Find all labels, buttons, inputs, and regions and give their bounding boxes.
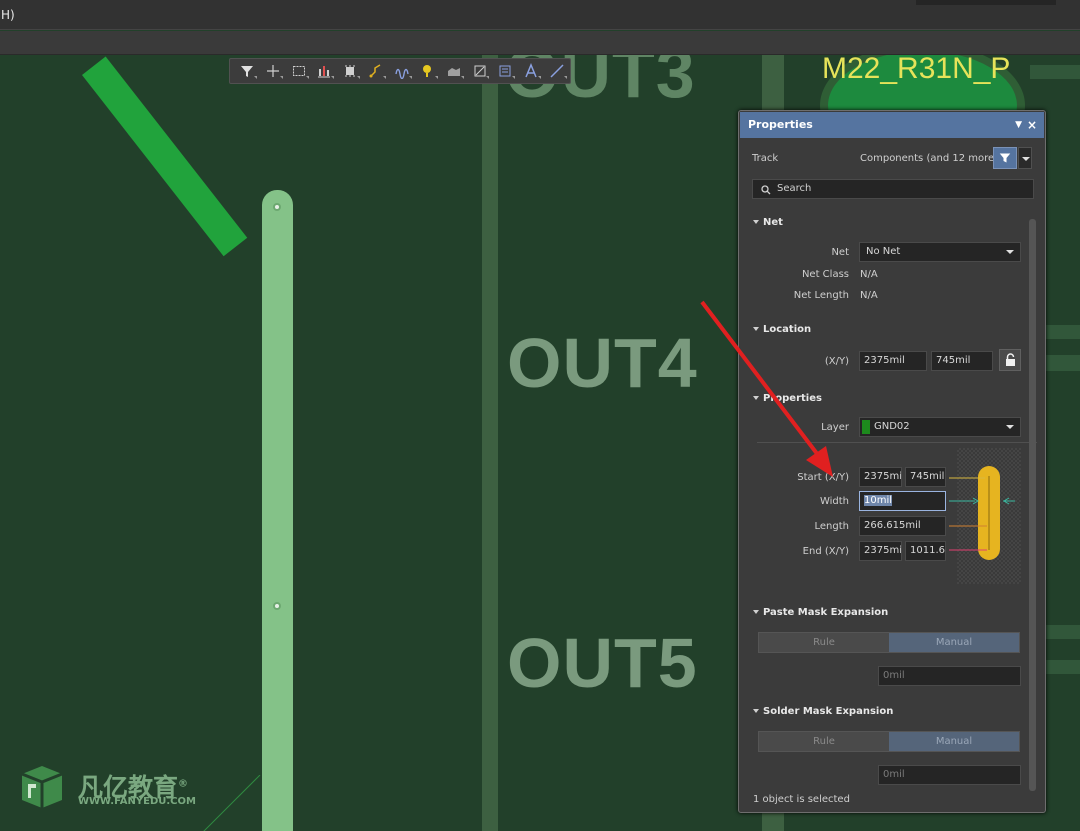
layer-dropdown[interactable]: GND02 — [859, 417, 1021, 437]
paste-mask-value-field[interactable]: 0mil — [878, 666, 1021, 686]
solder-mask-rule-option[interactable]: Rule — [759, 732, 889, 751]
layer-dropdown-value: GND02 — [874, 421, 910, 432]
layer-color-swatch — [862, 420, 870, 434]
silkscreen-out5: OUT5 — [507, 624, 698, 702]
select-rect-icon[interactable] — [286, 60, 312, 82]
selected-track[interactable] — [262, 190, 293, 831]
document-tab-bar — [0, 31, 1080, 55]
filter-dropdown-button[interactable] — [1018, 147, 1032, 169]
solder-mask-value-field[interactable]: 0mil — [878, 765, 1021, 785]
search-icon — [761, 185, 771, 195]
keepout-icon[interactable] — [492, 60, 518, 82]
start-x-field[interactable]: 2375mi — [859, 467, 902, 487]
panel-scrollbar[interactable] — [1029, 219, 1036, 791]
copper-strip — [1030, 65, 1080, 79]
text-icon[interactable] — [518, 60, 544, 82]
filter-button[interactable] — [993, 147, 1017, 169]
net-label: Net — [831, 247, 849, 258]
filter-icon[interactable] — [234, 60, 260, 82]
net-dropdown-value: No Net — [866, 246, 901, 257]
component-icon[interactable] — [337, 60, 363, 82]
diagonal-track[interactable] — [82, 56, 248, 257]
track-start-handle[interactable] — [273, 203, 281, 211]
layer-label: Layer — [821, 422, 849, 433]
pin-icon[interactable] — [415, 60, 441, 82]
divider — [757, 442, 1037, 443]
width-label: Width — [819, 496, 849, 507]
location-xy-label: (X/Y) — [824, 356, 849, 367]
paste-mask-manual-option[interactable]: Manual — [889, 633, 1019, 652]
length-field[interactable]: 266.615mil — [859, 516, 946, 536]
start-xy-label: Start (X/Y) — [797, 472, 849, 483]
logo-url-text: WWW.FANYEDU.COM — [78, 796, 196, 807]
active-bar-toolbar — [229, 58, 571, 84]
chevron-down-icon — [1022, 157, 1030, 161]
net-class-label: Net Class — [801, 269, 849, 280]
funnel-icon — [999, 153, 1011, 163]
section-location-header[interactable]: Location — [753, 324, 811, 335]
silkscreen-out4: OUT4 — [507, 324, 698, 402]
end-xy-label: End (X/Y) — [802, 546, 849, 557]
chevron-down-icon — [1006, 250, 1014, 254]
panel-title-bar[interactable]: Properties ▼ × — [740, 112, 1044, 138]
route-icon[interactable] — [363, 60, 389, 82]
search-input[interactable]: Search — [752, 179, 1034, 199]
location-x-field[interactable]: 2375mil — [859, 351, 927, 371]
location-y-field[interactable]: 745mil — [931, 351, 993, 371]
section-properties-header[interactable]: Properties — [753, 393, 822, 404]
end-y-field[interactable]: 1011.6: — [905, 541, 946, 561]
net-length-label: Net Length — [793, 290, 849, 301]
properties-panel: Properties ▼ × Track Components (and 12 … — [738, 110, 1046, 813]
logo-registered-mark: ® — [178, 778, 189, 790]
net-dropdown[interactable]: No Net — [859, 242, 1021, 262]
width-field[interactable]: 10mil — [859, 491, 946, 511]
paste-mask-mode-toggle: Rule Manual — [758, 632, 1020, 653]
section-paste-mask-header[interactable]: Paste Mask Expansion — [753, 607, 888, 618]
menu-bar: H) — [0, 0, 1080, 30]
track-mid-handle[interactable] — [273, 602, 281, 610]
track-geometry-diagram — [949, 448, 1021, 584]
close-icon[interactable]: × — [1027, 112, 1037, 138]
menu-item-help-fragment[interactable]: H) — [0, 0, 15, 30]
width-field-selected-text: 10mil — [864, 495, 893, 506]
net-class-value: N/A — [860, 269, 878, 280]
end-x-field[interactable]: 2375mi — [859, 541, 902, 561]
copper-strip — [1040, 660, 1080, 674]
solder-mask-manual-option[interactable]: Manual — [889, 732, 1019, 751]
logo-cube-icon — [21, 766, 63, 808]
search-placeholder: Search — [777, 183, 812, 194]
chevron-down-icon — [1006, 425, 1014, 429]
align-icon[interactable] — [312, 60, 338, 82]
copper-strip — [1040, 325, 1080, 339]
selection-status: 1 object is selected — [753, 794, 850, 805]
section-net-header[interactable]: Net — [753, 217, 783, 228]
net-length-value: N/A — [860, 290, 878, 301]
solder-mask-mode-toggle: Rule Manual — [758, 731, 1020, 752]
copper-strip — [482, 55, 498, 831]
tune-icon[interactable] — [389, 60, 415, 82]
line-icon[interactable] — [544, 60, 570, 82]
copper-strip — [1040, 625, 1080, 639]
start-y-field[interactable]: 745mil — [905, 467, 946, 487]
paste-mask-rule-option[interactable]: Rule — [759, 633, 889, 652]
dimension-icon[interactable] — [467, 60, 493, 82]
panel-menu-icon[interactable]: ▼ — [1015, 112, 1022, 138]
crosshair-icon[interactable] — [260, 60, 286, 82]
thin-trace — [203, 775, 261, 831]
lock-icon — [1006, 353, 1015, 366]
filter-summary: Components (and 12 more) — [860, 153, 999, 164]
polygon-icon[interactable] — [441, 60, 467, 82]
copper-strip — [1040, 355, 1080, 371]
object-type-label: Track — [752, 153, 779, 164]
pad-label: M22_R31N_P — [822, 55, 1011, 85]
lock-button[interactable] — [999, 349, 1021, 371]
length-label: Length — [814, 521, 850, 532]
panel-title: Properties — [748, 118, 813, 131]
section-solder-mask-header[interactable]: Solder Mask Expansion — [753, 706, 893, 717]
pcb-editor-window: H) OUT3 OUT4 OUT5 M22_R31N_P 凡亿教育® WWW.F… — [0, 0, 1080, 831]
menu-bar-right-region — [916, 0, 1056, 5]
